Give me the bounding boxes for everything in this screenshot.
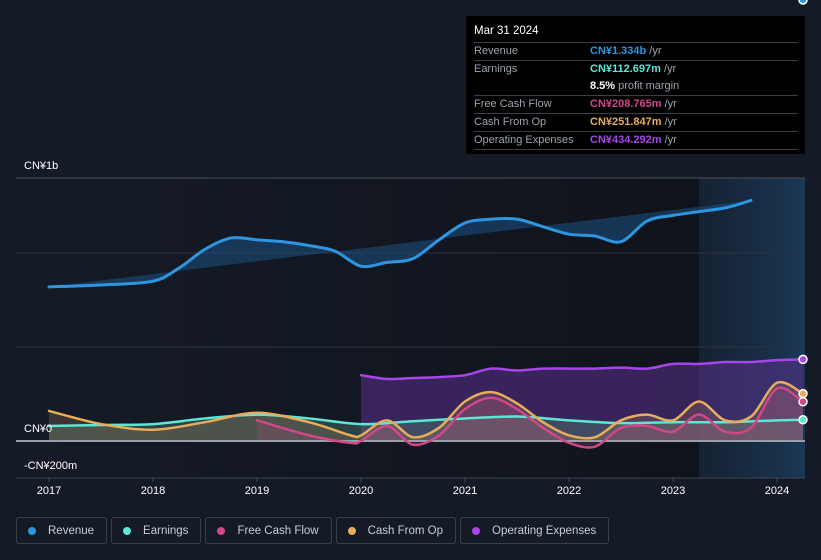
free-cash-flow-endpoint [798, 396, 808, 407]
tooltip-unit: /yr [664, 134, 677, 146]
tooltip-row-operating-expenses: Operating Expenses CN¥434.292m /yr [474, 132, 798, 150]
x-tick-label: 2024 [764, 485, 790, 497]
tooltip-value: CN¥251.847m [590, 116, 662, 128]
data-tooltip: Mar 31 2024 Revenue CN¥1.334b /yr Earnin… [466, 16, 805, 154]
tooltip-label [474, 78, 590, 95]
tooltip-row-profit-margin: 8.5% profit margin [474, 78, 798, 96]
operating-expenses-endpoint [798, 354, 808, 365]
tooltip-value: CN¥434.292m [590, 134, 662, 146]
tooltip-label: Revenue [474, 45, 519, 57]
x-tick-label: 2019 [244, 485, 270, 497]
y-tick-label-zero: CN¥0 [24, 423, 53, 435]
revenue-dot-icon [28, 526, 36, 535]
x-tick-label: 2022 [556, 485, 582, 497]
x-tick-label: 2020 [348, 485, 374, 497]
legend-item-free-cash-flow[interactable]: Free Cash Flow [205, 517, 332, 544]
cash-from-op-endpoint [798, 388, 808, 399]
legend-label: Free Cash Flow [237, 524, 319, 537]
x-tick-label: 2023 [660, 485, 686, 497]
tooltip-value: CN¥112.697m [590, 63, 661, 75]
legend-item-cash-from-op[interactable]: Cash From Op [335, 517, 457, 544]
free-cash-flow-dot-icon [217, 526, 226, 535]
legend-label: Earnings [143, 524, 189, 537]
x-tick-label: 2017 [36, 485, 62, 497]
tooltip-unit: /yr [664, 116, 677, 128]
tooltip-row-earnings: Earnings CN¥112.697m /yr [474, 61, 798, 78]
y-tick-label-top: CN¥1b [24, 160, 59, 172]
tooltip-label: Earnings [474, 63, 518, 75]
tooltip-row-cash-from-op: Cash From Op CN¥251.847m /yr [474, 114, 798, 132]
legend-item-revenue[interactable]: Revenue [16, 517, 108, 544]
tooltip-unit: /yr [664, 98, 677, 110]
operating-expenses-dot-icon [472, 526, 481, 535]
legend-label: Cash From Op [367, 524, 444, 537]
x-tick-label: 2018 [140, 485, 166, 497]
tooltip-row-free-cash-flow: Free Cash Flow CN¥208.765m /yr [474, 96, 798, 114]
tooltip-label: Free Cash Flow [474, 98, 552, 110]
tooltip-value: CN¥1.334b [590, 45, 647, 57]
legend-label: Operating Expenses [492, 524, 597, 537]
tooltip-unit: /yr [663, 63, 677, 75]
tooltip-unit: /yr [649, 45, 662, 57]
legend-item-earnings[interactable]: Earnings [111, 517, 202, 544]
x-tick-label: 2021 [452, 485, 478, 497]
tooltip-row-revenue: Revenue CN¥1.334b /yr [474, 43, 798, 61]
tooltip-value: CN¥208.765m [590, 98, 662, 110]
y-tick-label-bottom: -CN¥200m [24, 460, 78, 472]
x-axis [16, 477, 805, 482]
tooltip-label: Operating Expenses [474, 134, 574, 146]
cash-from-op-dot-icon [347, 526, 356, 535]
legend-label: Revenue [48, 524, 95, 537]
earnings-dot-icon [123, 526, 132, 535]
chart-legend: Revenue Earnings Free Cash Flow Cash Fro… [16, 517, 610, 544]
legend-item-operating-expenses[interactable]: Operating Expenses [460, 517, 610, 544]
tooltip-value: 8.5% [590, 80, 616, 92]
tooltip-unit: profit margin [618, 80, 680, 92]
earnings-endpoint [798, 415, 808, 425]
tooltip-date: Mar 31 2024 [474, 22, 798, 43]
revenue-endpoint [798, 0, 808, 5]
tooltip-label: Cash From Op [474, 116, 547, 128]
